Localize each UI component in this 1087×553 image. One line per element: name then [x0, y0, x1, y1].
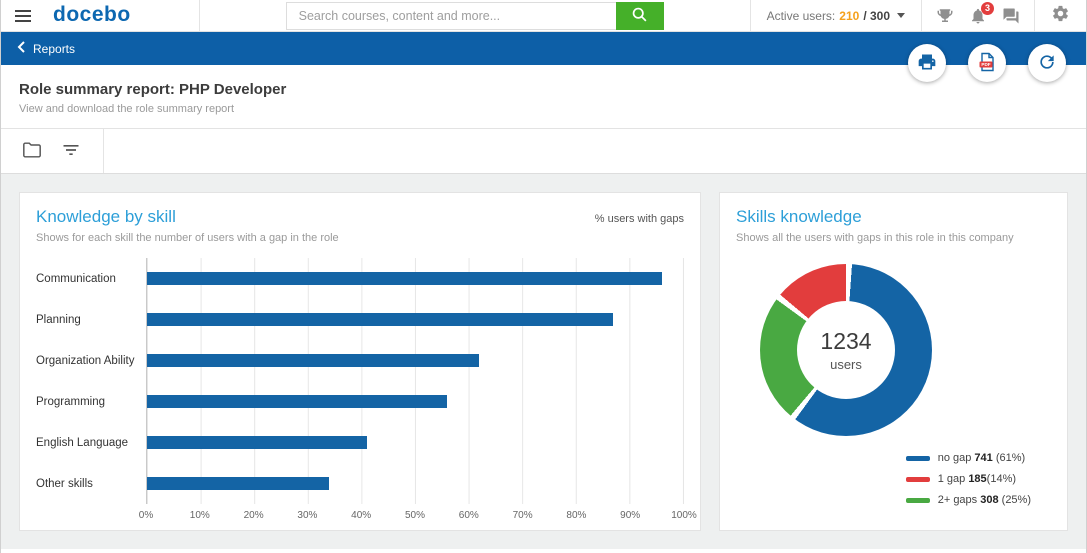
- legend-label: 1 gap 185(14%): [937, 473, 1017, 485]
- knowledge-by-skill-card: Knowledge by skill Shows for each skill …: [19, 192, 701, 531]
- page-title: Role summary report: PHP Developer: [19, 81, 287, 98]
- bar-row: Communication: [36, 258, 684, 299]
- bar-chart-x-axis: 0% 10% 20% 30% 40% 50% 60% 70% 80% 90% 100%: [36, 510, 697, 526]
- bar-plot-area: [146, 381, 684, 422]
- folder-button[interactable]: [21, 140, 43, 163]
- donut-center-caption: users: [830, 357, 862, 372]
- pdf-icon: PDF: [977, 52, 997, 75]
- legend-swatch-icon: [905, 476, 930, 482]
- x-axis-tick: 0%: [138, 510, 154, 521]
- x-axis-tick: 50%: [404, 510, 426, 521]
- bar-category-label: Other skills: [36, 477, 93, 490]
- separator: [198, 0, 200, 31]
- bar-segment[interactable]: [147, 395, 448, 408]
- filter-button[interactable]: [61, 140, 81, 163]
- card-title: Skills knowledge: [736, 207, 862, 226]
- bar-segment[interactable]: [147, 354, 480, 367]
- skills-knowledge-card: Skills knowledge Shows all the users wit…: [719, 192, 1068, 531]
- gamification-trophy-icon[interactable]: [936, 7, 954, 25]
- x-axis-tick: 30%: [297, 510, 318, 521]
- bar-row: Planning: [36, 299, 684, 340]
- svg-text:PDF: PDF: [981, 62, 990, 67]
- x-axis-tick: 10%: [189, 510, 210, 521]
- gear-icon: [1051, 4, 1070, 28]
- x-axis-tick: 100%: [671, 510, 697, 521]
- search-input[interactable]: [285, 1, 616, 30]
- separator: [103, 129, 104, 173]
- hamburger-menu-icon[interactable]: [1, 0, 45, 32]
- bar-category-label: Organization Ability: [36, 354, 135, 367]
- bar-row: English Language: [36, 422, 684, 463]
- report-toolbar: [1, 129, 1086, 174]
- bar-category-label: Planning: [36, 313, 81, 326]
- caret-down-icon: [897, 13, 906, 18]
- donut-chart[interactable]: 1234 users: [760, 264, 932, 436]
- folder-icon: [21, 140, 43, 163]
- x-axis-tick: 80%: [566, 510, 587, 521]
- search-button[interactable]: [615, 1, 664, 30]
- donut-center-value: 1234: [820, 328, 872, 354]
- bar-chart-annotation: % users with gaps: [594, 213, 684, 225]
- donut-center: 1234 users: [797, 301, 895, 399]
- bar-row: Organization Ability: [36, 340, 684, 381]
- bar-segment[interactable]: [147, 436, 367, 449]
- report-actions: PDF: [908, 44, 1066, 82]
- refresh-button[interactable]: [1028, 44, 1066, 82]
- topbar: docebo Active users: 210 / 300: [1, 0, 1086, 32]
- settings-button[interactable]: [1035, 4, 1086, 28]
- page-subtitle: View and download the role summary repor…: [19, 103, 235, 115]
- bar-plot-area: [146, 422, 684, 463]
- search-bar: [285, 1, 664, 30]
- legend-swatch-icon: [905, 455, 930, 461]
- x-axis-tick: 20%: [243, 510, 264, 521]
- active-users-total: / 300: [863, 8, 891, 23]
- messages-chat-icon[interactable]: [1002, 7, 1020, 25]
- x-axis-tick: 60%: [458, 510, 479, 521]
- printer-icon: [917, 52, 937, 75]
- bar-plot-area: [146, 258, 684, 299]
- bar-category-label: English Language: [36, 436, 129, 449]
- legend-item: 2+ gaps 308 (25%): [905, 494, 1031, 506]
- legend-label: no gap 741 (61%): [937, 452, 1026, 464]
- app-window: docebo Active users: 210 / 300: [0, 0, 1087, 553]
- legend-label: 2+ gaps 308 (25%): [937, 494, 1031, 506]
- bar-plot-area: [146, 463, 684, 504]
- search-icon: [631, 6, 648, 26]
- topbar-icons: 3: [922, 1, 1034, 25]
- x-axis-tick: 40%: [351, 510, 372, 521]
- legend-item: 1 gap 185(14%): [905, 473, 1031, 485]
- active-users-current: 210: [839, 8, 860, 23]
- export-pdf-button[interactable]: PDF: [968, 44, 1006, 82]
- x-axis-tick: 90%: [620, 510, 641, 521]
- bar-row: Other skills: [36, 463, 684, 504]
- donut-legend: no gap 741 (61%) 1 gap 185(14%) 2+ gaps 30…: [905, 452, 1031, 506]
- legend-item: no gap 741 (61%): [905, 452, 1031, 464]
- active-users-label: Active users:: [766, 8, 836, 23]
- breadcrumb-reports-link[interactable]: Reports: [33, 42, 75, 56]
- bar-chart-rows: Communication Planning Organization Abilit…: [36, 258, 684, 504]
- bar-category-label: Programming: [36, 395, 106, 408]
- bar-plot-area: [146, 299, 684, 340]
- filter-icon: [61, 140, 81, 163]
- refresh-icon: [1037, 52, 1057, 75]
- active-users-dropdown[interactable]: Active users: 210 / 300: [751, 9, 921, 23]
- bar-segment[interactable]: [147, 272, 662, 285]
- x-axis-tick: 70%: [512, 510, 533, 521]
- back-chevron-icon[interactable]: [17, 40, 25, 58]
- card-title: Knowledge by skill: [36, 207, 176, 226]
- bar-plot-area: [146, 340, 684, 381]
- notification-count-badge: 3: [981, 1, 995, 15]
- bar-category-label: Communication: [36, 272, 116, 285]
- card-subtitle: Shows for each skill the number of users…: [36, 232, 339, 244]
- print-button[interactable]: [908, 44, 946, 82]
- bar-segment[interactable]: [147, 313, 614, 326]
- bar-segment[interactable]: [147, 477, 330, 490]
- bar-chart: Communication Planning Organization Abilit…: [36, 258, 697, 526]
- report-content: Knowledge by skill Shows for each skill …: [1, 174, 1086, 549]
- notifications-bell-icon[interactable]: 3: [969, 1, 995, 25]
- card-subtitle: Shows all the users with gaps in this ro…: [736, 232, 1014, 244]
- legend-swatch-icon: [905, 497, 930, 503]
- bar-row: Programming: [36, 381, 684, 422]
- docebo-logo[interactable]: docebo: [45, 3, 141, 29]
